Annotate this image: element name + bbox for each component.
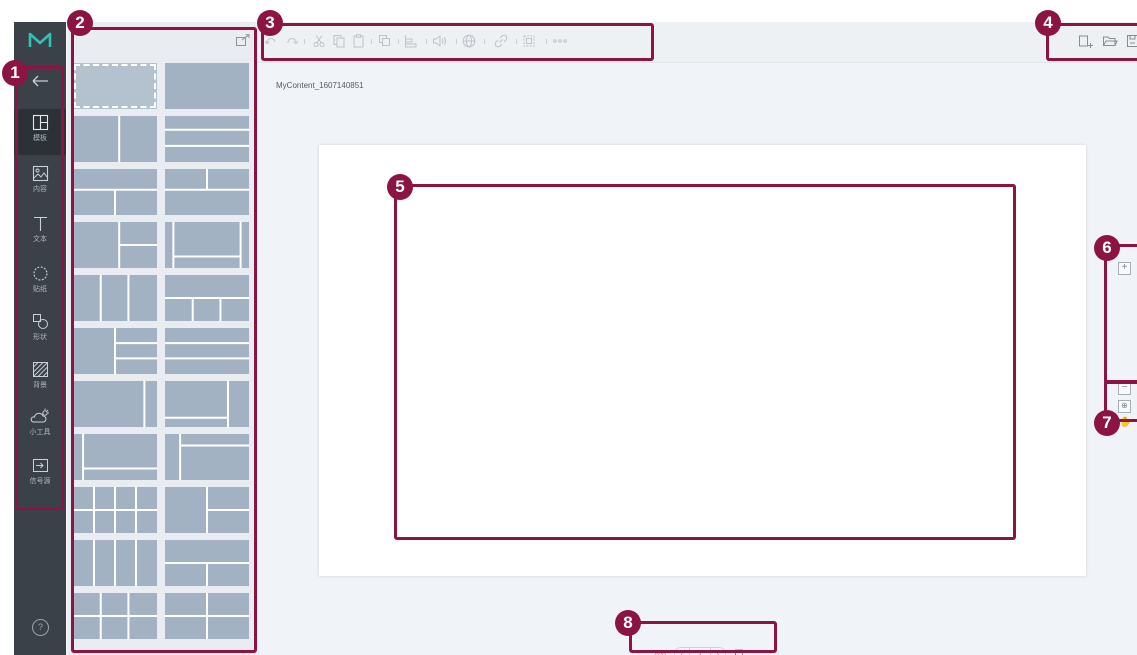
callout-badge-1: 1 [2, 60, 28, 86]
callout-badge-8: 8 [615, 610, 641, 636]
callout-badge-5: 5 [387, 174, 413, 200]
callout-frame-5 [394, 184, 1016, 540]
callout-badge-4: 4 [1035, 10, 1061, 36]
callout-badge-7: 7 [1094, 410, 1120, 436]
callout-frame-3 [261, 23, 654, 61]
callout-badge-3: 3 [257, 10, 283, 36]
document-filename: MyContent_1607140851 [276, 81, 364, 90]
callout-frame-8 [629, 621, 777, 653]
callout-badge-6: 6 [1094, 235, 1120, 261]
app-logo [28, 32, 52, 47]
help-icon[interactable]: ? [32, 619, 49, 636]
callout-frame-6 [1104, 244, 1137, 384]
callout-frame-2 [71, 27, 257, 653]
callout-frame-1 [15, 66, 64, 510]
callout-badge-2: 2 [67, 10, 93, 36]
